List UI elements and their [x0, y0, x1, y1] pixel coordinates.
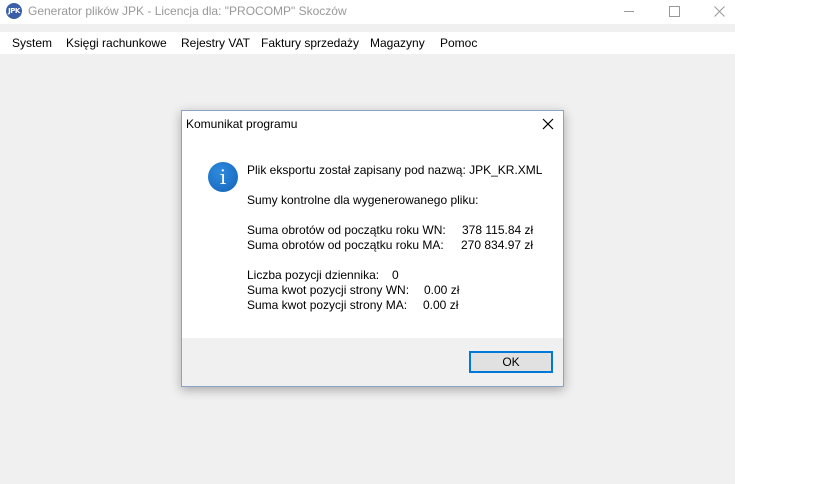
ma-items-value: 0.00 zł [423, 298, 459, 312]
maximize-button[interactable] [651, 0, 697, 22]
entries-value: 0 [392, 268, 399, 282]
entries-label: Liczba pozycji dziennika: [247, 268, 380, 282]
wn-items-label: Suma kwot pozycji strony WN: [247, 283, 410, 297]
info-icon: i [208, 162, 238, 192]
dialog-close-button[interactable] [539, 115, 557, 133]
menu-item-magazyny[interactable]: Magazyny [370, 36, 425, 50]
turnover-ma-value: 270 834.97 zł [461, 238, 534, 252]
wn-items-value: 0.00 zł [424, 283, 460, 297]
close-button[interactable] [696, 0, 742, 22]
message-dialog: Komunikat programu i Plik eksportu zosta… [181, 110, 564, 387]
menu-item-system[interactable]: System [12, 36, 52, 50]
title-bar: JPK Generator plików JPK - Licencja dla:… [0, 0, 735, 24]
minimize-button[interactable] [606, 0, 652, 22]
turnover-wn-value: 378 115.84 zł [462, 223, 534, 237]
menu-item-rejestry-vat[interactable]: Rejestry VAT [181, 36, 250, 50]
menu-bar: System Księgi rachunkowe Rejestry VAT Fa… [0, 32, 735, 54]
menu-item-faktury-sprzedazy[interactable]: Faktury sprzedaży [261, 36, 359, 50]
close-icon [713, 5, 725, 17]
menu-item-ksiegi-rachunkowe[interactable]: Księgi rachunkowe [66, 36, 167, 50]
app-logo-icon: JPK [6, 3, 22, 19]
checksum-header: Sumy kontrolne dla wygenerowanego pliku: [247, 193, 479, 207]
ma-items-label: Suma kwot pozycji strony MA: [247, 298, 408, 312]
maximize-icon [668, 5, 680, 17]
window-title: Generator plików JPK - Licencja dla: "PR… [28, 4, 347, 18]
ok-button[interactable]: OK [469, 351, 553, 373]
dialog-footer: OK [182, 338, 563, 386]
menu-item-pomoc[interactable]: Pomoc [440, 36, 477, 50]
dialog-title: Komunikat programu [186, 117, 298, 131]
minimize-icon [623, 10, 634, 12]
turnover-wn-label: Suma obrotów od początku roku WN: [247, 223, 446, 237]
close-icon [542, 118, 554, 130]
export-message: Plik eksportu został zapisany pod nazwą:… [247, 163, 543, 177]
turnover-ma-label: Suma obrotów od początku roku MA: [247, 238, 444, 252]
